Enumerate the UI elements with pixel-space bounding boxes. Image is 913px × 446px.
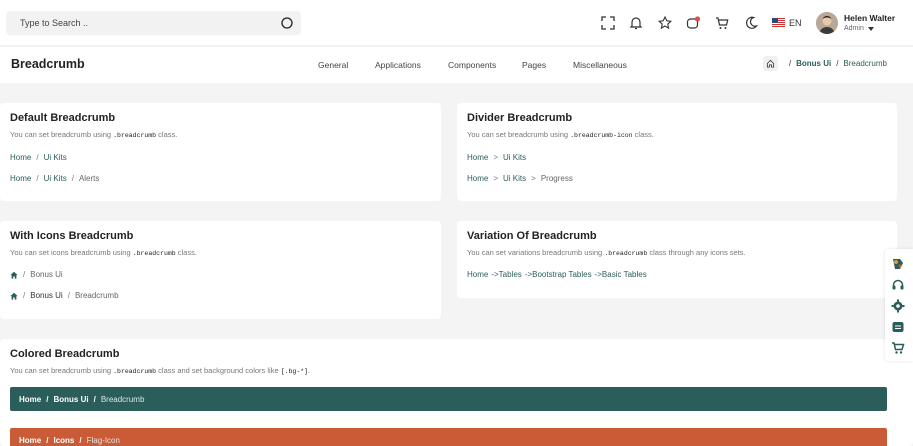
breadcrumb-current: Progress bbox=[540, 174, 573, 183]
page-title: Breadcrumb bbox=[11, 57, 85, 71]
search-input[interactable] bbox=[6, 11, 301, 35]
card-title: Variation Of Breadcrumb bbox=[467, 230, 597, 242]
card-title: Default Breadcrumb bbox=[10, 112, 116, 124]
home-icon[interactable] bbox=[10, 271, 18, 279]
home-icon[interactable] bbox=[762, 56, 778, 71]
breadcrumb-separator: / bbox=[836, 59, 839, 68]
breadcrumb: / Bonus Ui / Breadcrumb bbox=[10, 291, 119, 300]
caret-down-icon[interactable] bbox=[868, 27, 874, 31]
nav-general[interactable]: General bbox=[318, 60, 348, 70]
breadcrumb-link[interactable]: Home bbox=[467, 153, 488, 162]
breadcrumb-secondary: Home / Icons / Flag-Icon bbox=[10, 428, 887, 446]
language-label[interactable]: EN bbox=[789, 18, 802, 28]
breadcrumb-link[interactable]: Bonus Ui bbox=[796, 59, 831, 68]
breadcrumb-primary: Home / Bonus Ui / Breadcrumb bbox=[10, 387, 887, 411]
breadcrumb-link[interactable]: Icons bbox=[53, 436, 74, 445]
nav-applications[interactable]: Applications bbox=[375, 60, 421, 70]
search-box[interactable] bbox=[6, 11, 301, 35]
breadcrumb: / Bonus Ui / Breadcrumb bbox=[762, 56, 887, 71]
gear-icon[interactable] bbox=[891, 299, 905, 313]
breadcrumb-link[interactable]: Bonus Ui bbox=[30, 291, 62, 300]
breadcrumb-current: Breadcrumb bbox=[100, 394, 145, 404]
breadcrumb: / Bonus Ui bbox=[10, 270, 63, 279]
headset-icon[interactable] bbox=[891, 278, 905, 292]
bell-icon[interactable] bbox=[628, 15, 644, 31]
user-avatar-icon bbox=[816, 12, 838, 34]
breadcrumb-link[interactable]: Ui Kits bbox=[44, 174, 67, 183]
moon-icon[interactable] bbox=[743, 15, 759, 31]
nav-pages[interactable]: Pages bbox=[522, 60, 546, 70]
card-description: You can set icons breadcrumb using .brea… bbox=[10, 248, 197, 257]
breadcrumb-current: Breadcrumb bbox=[74, 291, 119, 300]
nav-miscellaneous[interactable]: Miscellaneous bbox=[573, 60, 627, 70]
card-title: Colored Breadcrumb bbox=[10, 348, 120, 360]
chat-icon[interactable] bbox=[685, 15, 701, 31]
card-description: You can set breadcrumb using .breadcrumb… bbox=[467, 130, 654, 139]
breadcrumb-current: Flag-Icon bbox=[86, 435, 120, 445]
card-description: You can set variations breadcrumb using … bbox=[467, 248, 746, 257]
nav-components[interactable]: Components bbox=[448, 60, 496, 70]
card-description: You can set breadcrumb using .breadcrumb… bbox=[10, 366, 311, 375]
default-breadcrumb-card: Default Breadcrumb You can set breadcrum… bbox=[0, 103, 441, 201]
breadcrumb-current: ->Basic Tables bbox=[594, 270, 647, 279]
card-title: Divider Breadcrumb bbox=[467, 112, 573, 124]
star-icon[interactable] bbox=[657, 15, 673, 31]
breadcrumb-link[interactable]: Bonus Ui bbox=[53, 395, 88, 404]
breadcrumb-current: Alerts bbox=[78, 174, 100, 183]
card-description: You can set breadcrumb using .breadcrumb… bbox=[10, 130, 178, 139]
top-header: EN Helen Walter Admin bbox=[0, 0, 913, 46]
cart-icon[interactable] bbox=[714, 15, 730, 31]
breadcrumb-separator: / bbox=[788, 59, 792, 68]
variation-breadcrumb-card: Variation Of Breadcrumb You can set vari… bbox=[457, 221, 897, 298]
page-header: Breadcrumb General Applications Componen… bbox=[0, 47, 913, 83]
breadcrumb-link[interactable]: Home bbox=[19, 436, 41, 445]
breadcrumb-current: Breadcrumb bbox=[843, 59, 887, 68]
divider-breadcrumb-card: Divider Breadcrumb You can set breadcrum… bbox=[457, 103, 897, 201]
home-icon[interactable] bbox=[10, 292, 18, 300]
breadcrumb-link[interactable]: ->Tables bbox=[491, 270, 521, 279]
breadcrumb: Home ->Tables ->Bootstrap Tables ->Basic… bbox=[467, 270, 647, 279]
breadcrumb: Home > Ui Kits > Progress bbox=[467, 174, 573, 183]
user-name[interactable]: Helen Walter bbox=[844, 13, 895, 23]
document-icon[interactable] bbox=[891, 320, 905, 334]
breadcrumb-link[interactable]: Ui Kits bbox=[503, 174, 526, 183]
breadcrumb-link[interactable]: Home bbox=[19, 395, 41, 404]
side-widget-panel bbox=[885, 249, 913, 361]
breadcrumb-current: Bonus Ui bbox=[30, 270, 63, 279]
breadcrumb-link[interactable]: Home bbox=[10, 174, 31, 183]
colored-breadcrumb-card: Colored Breadcrumb You can set breadcrum… bbox=[0, 339, 913, 446]
us-flag-icon[interactable] bbox=[772, 18, 785, 27]
search-icon[interactable] bbox=[280, 16, 294, 30]
breadcrumb-link[interactable]: Home bbox=[467, 270, 488, 279]
avatar[interactable] bbox=[816, 12, 838, 34]
card-title: With Icons Breadcrumb bbox=[10, 230, 134, 242]
palette-icon[interactable] bbox=[891, 257, 905, 271]
breadcrumb-link[interactable]: Home bbox=[467, 174, 488, 183]
user-role[interactable]: Admin bbox=[844, 25, 864, 32]
breadcrumb-link[interactable]: Home bbox=[10, 153, 31, 162]
breadcrumb-link[interactable]: ->Bootstrap Tables bbox=[525, 270, 592, 279]
breadcrumb: Home / Ui Kits / Alerts bbox=[10, 174, 100, 183]
breadcrumb-link[interactable]: Ui Kits bbox=[503, 153, 526, 162]
breadcrumb-link[interactable]: Ui Kits bbox=[44, 153, 67, 162]
cart-icon[interactable] bbox=[891, 341, 905, 355]
breadcrumb: Home > Ui Kits bbox=[467, 153, 527, 162]
icons-breadcrumb-card: With Icons Breadcrumb You can set icons … bbox=[0, 221, 441, 319]
fullscreen-icon[interactable] bbox=[600, 15, 616, 31]
breadcrumb: Home / Ui Kits bbox=[10, 153, 67, 162]
